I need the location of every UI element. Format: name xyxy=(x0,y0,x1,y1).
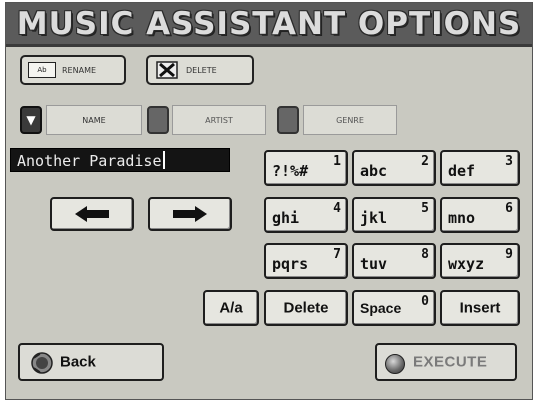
key-9[interactable]: wxyz 9 xyxy=(440,243,520,279)
key-2[interactable]: abc 2 xyxy=(352,150,436,186)
key-number: 5 xyxy=(421,201,429,216)
arrow-left-icon xyxy=(75,206,109,222)
options-screen: MUSIC ASSISTANT OPTIONS Ab RENAME DELETE… xyxy=(5,2,533,400)
key-5[interactable]: jkl 5 xyxy=(352,197,436,233)
delete-icon xyxy=(154,60,180,80)
key-number: 1 xyxy=(333,154,341,169)
filter-genre[interactable]: GENRE xyxy=(303,105,397,135)
key-number: 4 xyxy=(333,201,341,216)
key-number: 7 xyxy=(333,247,341,262)
key-letters: ?!%# xyxy=(272,162,309,180)
key-letters: mno xyxy=(448,209,476,227)
rename-icon: Ab xyxy=(28,62,56,78)
genre-filter-toggle[interactable] xyxy=(277,106,299,134)
back-icon xyxy=(31,352,53,374)
key-1[interactable]: ?!%# 1 xyxy=(264,150,348,186)
back-label: Back xyxy=(60,353,96,371)
delete-char-button[interactable]: Delete xyxy=(264,290,348,326)
artist-filter-toggle[interactable] xyxy=(147,106,169,134)
execute-icon xyxy=(385,354,405,374)
delete-char-label: Delete xyxy=(283,299,329,317)
key-number: 9 xyxy=(505,247,513,262)
delete-button[interactable]: DELETE xyxy=(146,55,254,85)
key-letters: wxyz xyxy=(448,255,485,273)
case-toggle-button[interactable]: A/a xyxy=(203,290,259,326)
key-7[interactable]: pqrs 7 xyxy=(264,243,348,279)
case-toggle-label: A/a xyxy=(219,299,243,317)
filter-name[interactable]: NAME xyxy=(46,105,142,135)
arrow-right-icon xyxy=(173,206,207,222)
key-letters: ghi xyxy=(272,209,300,227)
insert-button[interactable]: Insert xyxy=(440,290,520,326)
rename-button[interactable]: Ab RENAME xyxy=(20,55,126,85)
key-6[interactable]: mno 6 xyxy=(440,197,520,233)
delete-label: DELETE xyxy=(186,65,217,75)
space-label: Space xyxy=(360,300,402,316)
title-bar: MUSIC ASSISTANT OPTIONS xyxy=(6,3,532,47)
name-input[interactable]: Another Paradise xyxy=(10,148,230,172)
name-filter-toggle[interactable]: ▼ xyxy=(20,106,42,134)
key-letters: def xyxy=(448,162,476,180)
key-number: 0 xyxy=(421,294,429,309)
key-number: 2 xyxy=(421,154,429,169)
execute-label: EXECUTE xyxy=(413,353,488,371)
back-button[interactable]: Back xyxy=(18,343,164,381)
key-letters: abc xyxy=(360,162,388,180)
key-0-space[interactable]: Space 0 xyxy=(352,290,436,326)
key-8[interactable]: tuv 8 xyxy=(352,243,436,279)
insert-label: Insert xyxy=(459,299,501,317)
triangle-down-icon: ▼ xyxy=(26,113,36,127)
key-letters: pqrs xyxy=(272,255,309,273)
key-number: 6 xyxy=(505,201,513,216)
key-number: 3 xyxy=(505,154,513,169)
cursor-right-button[interactable] xyxy=(148,197,232,231)
execute-button[interactable]: EXECUTE xyxy=(375,343,517,381)
key-letters: jkl xyxy=(360,209,388,227)
rename-label: RENAME xyxy=(62,65,97,75)
key-letters: tuv xyxy=(360,255,388,273)
cursor-left-button[interactable] xyxy=(50,197,134,231)
filter-artist[interactable]: ARTIST xyxy=(172,105,266,135)
key-3[interactable]: def 3 xyxy=(440,150,520,186)
key-4[interactable]: ghi 4 xyxy=(264,197,348,233)
key-number: 8 xyxy=(421,247,429,262)
page-title: MUSIC ASSISTANT OPTIONS xyxy=(16,6,522,42)
